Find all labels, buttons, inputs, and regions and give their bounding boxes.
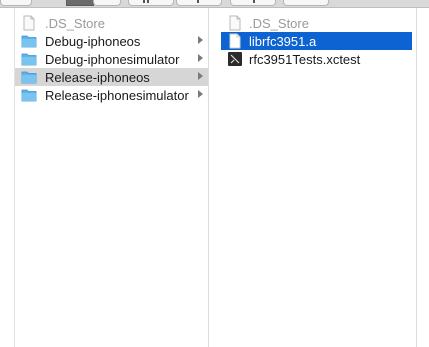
gear-icon — [197, 0, 199, 3]
share-icon — [253, 0, 255, 3]
document-icon — [229, 15, 241, 31]
list-item[interactable]: Debug-iphonesimulator — [15, 50, 208, 68]
list-item[interactable]: .DS_Store — [209, 14, 416, 32]
arrange-button[interactable] — [128, 0, 174, 6]
list-item[interactable]: Debug-iphoneos — [15, 32, 208, 50]
folder-icon — [21, 35, 37, 48]
tags-button[interactable] — [283, 0, 329, 6]
item-label: .DS_Store — [249, 16, 309, 31]
grid-icon — [143, 0, 145, 3]
item-label: rfc3951Tests.xctest — [249, 52, 361, 67]
document-icon — [229, 33, 241, 49]
action-button[interactable] — [176, 0, 222, 6]
disclosure-arrow-icon — [198, 90, 203, 98]
browser-column[interactable]: .DS_Store librfc3951.a rfc3951Tests.xcte… — [209, 8, 417, 347]
disclosure-arrow-icon — [198, 36, 203, 44]
share-button[interactable] — [230, 0, 276, 6]
folder-icon — [21, 53, 37, 66]
folder-icon — [21, 71, 37, 84]
document-icon — [23, 15, 35, 31]
item-label: Debug-iphoneos — [45, 34, 141, 49]
item-label: librfc3951.a — [249, 34, 317, 49]
list-item[interactable]: .DS_Store — [15, 14, 208, 32]
grid-icon — [147, 0, 149, 3]
folder-icon — [21, 89, 37, 102]
disclosure-arrow-icon — [198, 54, 203, 62]
item-label: Release-iphonesimulator — [45, 88, 189, 103]
toolbar-button[interactable] — [0, 0, 32, 6]
browser-column[interactable]: .DS_Store Debug-iphoneos Debug-iphonesim… — [15, 8, 209, 347]
cover-flow-button[interactable] — [93, 0, 121, 6]
executable-icon — [228, 52, 242, 66]
previous-column[interactable] — [0, 8, 15, 347]
disclosure-arrow-icon — [198, 72, 203, 80]
list-item-selected[interactable]: Release-iphoneos — [15, 68, 208, 86]
item-label: Debug-iphonesimulator — [45, 52, 180, 67]
item-label: Release-iphoneos — [45, 70, 150, 85]
list-item[interactable]: rfc3951Tests.xctest — [209, 50, 416, 68]
next-column — [417, 8, 429, 347]
column-view-button[interactable] — [66, 0, 94, 6]
toolbar — [0, 0, 429, 8]
list-item-selected[interactable]: librfc3951.a — [221, 32, 412, 50]
list-item[interactable]: Release-iphonesimulator — [15, 86, 208, 104]
item-label: .DS_Store — [45, 16, 105, 31]
